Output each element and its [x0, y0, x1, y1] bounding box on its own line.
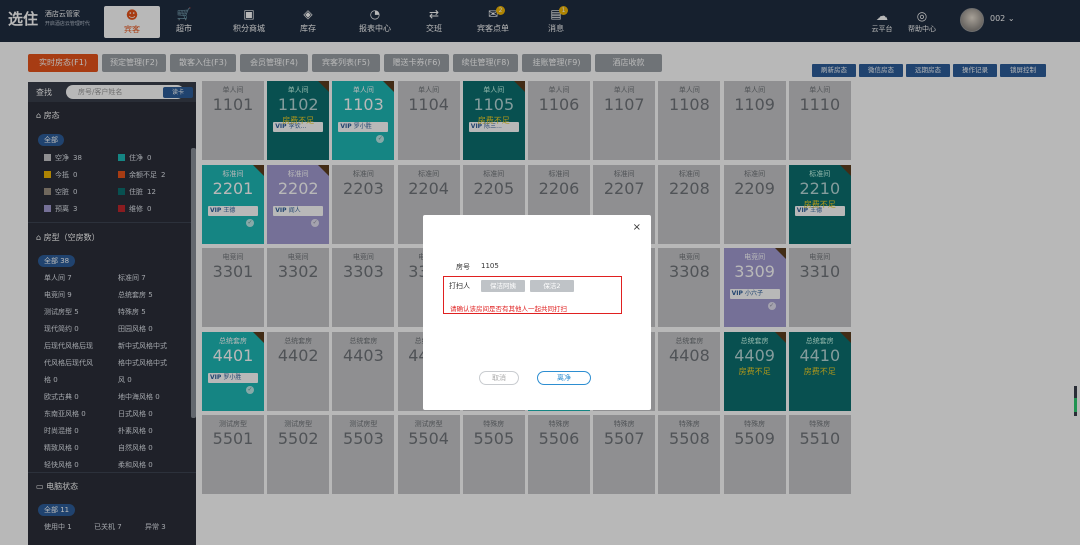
cleaner-option-1[interactable]: 保洁阿姨 — [481, 280, 525, 292]
close-icon[interactable]: × — [633, 222, 641, 233]
warning-text: 请确认该房间是否有其他人一起共同打扫 — [450, 305, 567, 313]
cleaner-option-2[interactable]: 保洁2 — [530, 280, 574, 292]
cancel-button[interactable]: 取消 — [479, 371, 519, 385]
room-number-label: 房号 — [456, 263, 470, 271]
confirm-clean-button[interactable]: 离净 — [537, 371, 591, 385]
clean-room-dialog: × 房号 1105 打扫人 保洁阿姨 保洁2 请确认该房间是否有其他人一起共同打… — [423, 215, 651, 410]
cleaner-label: 打扫人 — [449, 282, 470, 290]
room-number-value: 1105 — [481, 262, 499, 270]
